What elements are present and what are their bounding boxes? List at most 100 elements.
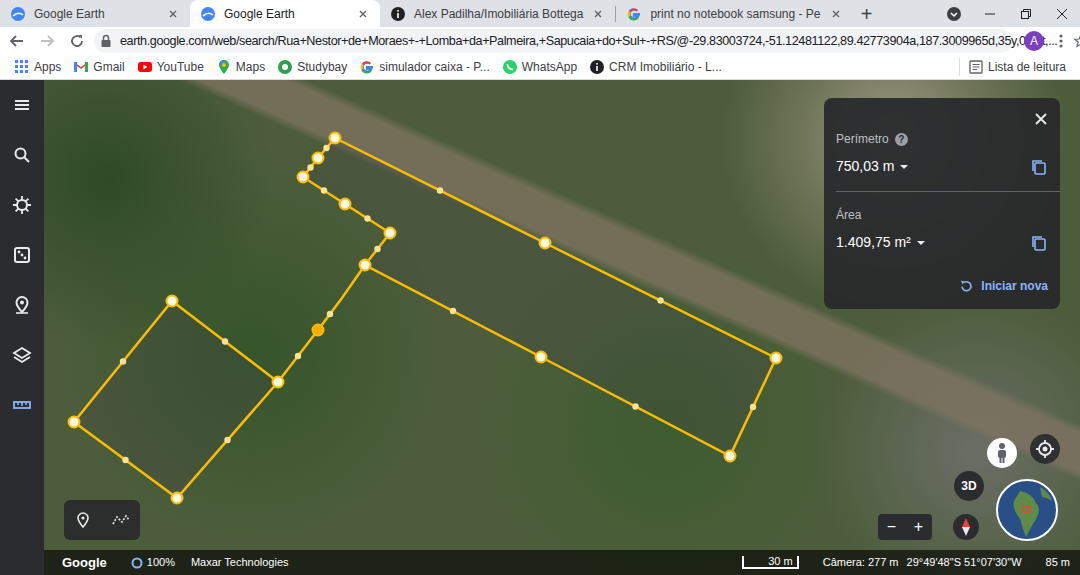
sidebar-item[interactable]: [0, 180, 44, 230]
reading-list-button[interactable]: Lista de leitura: [959, 58, 1072, 76]
minimize-button[interactable]: [972, 0, 1008, 27]
compass-button[interactable]: [953, 514, 979, 540]
perimeter-label: Perímetro: [836, 130, 889, 148]
help-button[interactable]: ?: [895, 133, 908, 146]
new-tab-button[interactable]: +: [853, 0, 881, 27]
earth-view: Perímetro?750,03 mÁrea1.409,75 m²Iniciar…: [0, 80, 1080, 575]
forward-arrow-icon: [39, 33, 55, 49]
close-tab-icon[interactable]: [829, 7, 843, 21]
favicon-icon: [626, 6, 642, 22]
zoom-out-button[interactable]: −: [878, 515, 905, 539]
bookmark-label: Studybay: [297, 58, 347, 76]
sidebar-item[interactable]: [0, 80, 44, 130]
reload-button[interactable]: [64, 28, 90, 54]
restart-icon: [959, 279, 973, 293]
close-tab-icon[interactable]: [591, 7, 605, 21]
unit-caret-icon[interactable]: [917, 241, 925, 245]
browser-tab[interactable]: Alex Padilha/Imobiliária Bottega: [380, 0, 615, 27]
bookmark-item[interactable]: Apps: [8, 58, 67, 76]
draw-path-icon[interactable]: [111, 513, 131, 527]
sidebar-item[interactable]: [0, 380, 44, 430]
close-tab-icon[interactable]: [356, 7, 370, 21]
satellite-image[interactable]: Perímetro?750,03 mÁrea1.409,75 m²Iniciar…: [44, 80, 1080, 575]
menu-dots-icon: [1059, 33, 1063, 49]
tab-search-button[interactable]: [936, 0, 972, 27]
bookmark-item[interactable]: YouTube: [131, 58, 210, 76]
globe-button[interactable]: [996, 479, 1058, 541]
bookmark-item[interactable]: Gmail: [67, 58, 130, 76]
browser-tab[interactable]: Google Earth: [0, 0, 190, 27]
compass-icon: [960, 517, 972, 537]
ruler-icon: [12, 395, 32, 415]
browser-tab[interactable]: Google Earth: [190, 0, 380, 27]
copy-icon[interactable]: [1030, 158, 1048, 176]
tab-search-icon: [946, 6, 962, 22]
bookmark-item[interactable]: simulador caixa - P...: [353, 58, 496, 76]
bookmark-label: WhatsApp: [522, 58, 577, 76]
area-value[interactable]: 1.409,75 m²: [836, 232, 911, 253]
google-icon: [359, 59, 375, 75]
back-button[interactable]: [4, 28, 30, 54]
restore-button[interactable]: [1008, 0, 1044, 27]
sidebar-item[interactable]: [0, 280, 44, 330]
my-location-button[interactable]: [1030, 434, 1060, 464]
bookmark-item[interactable]: WhatsApp: [496, 58, 583, 76]
forward-button[interactable]: [34, 28, 60, 54]
3d-toggle-button[interactable]: 3D: [954, 471, 984, 501]
bookmark-label: CRM Imobiliário - L...: [609, 58, 722, 76]
copy-icon[interactable]: [1030, 234, 1048, 252]
hamburger-icon: [12, 95, 32, 115]
voyager-wheel-icon: [12, 195, 32, 215]
bookmark-item[interactable]: CRM Imobiliário - L...: [583, 58, 728, 76]
reload-icon: [69, 33, 85, 49]
reading-list-icon: [968, 59, 984, 75]
pegman-icon: [995, 442, 1009, 464]
lock-icon: [100, 34, 112, 48]
sidebar-item[interactable]: [0, 330, 44, 380]
zoom-controls: −+: [878, 514, 932, 540]
favicon-icon: [390, 6, 406, 22]
restart-button[interactable]: Iniciar nova: [836, 277, 1048, 295]
place-pin-icon: [12, 295, 32, 315]
crm-icon: [589, 59, 605, 75]
profile-avatar[interactable]: A: [1024, 31, 1044, 51]
bookmark-label: simulador caixa - P...: [379, 58, 490, 76]
panel-divider: [836, 191, 1060, 192]
unit-caret-icon[interactable]: [900, 165, 908, 169]
menu-button[interactable]: [1048, 28, 1074, 54]
coordinates: 29°49'48"S 51°07'30"W: [907, 554, 1022, 571]
url-text[interactable]: earth.google.com/web/search/Rua+Nestor+d…: [120, 32, 1057, 51]
bookmark-label: YouTube: [157, 58, 204, 76]
street-view-button[interactable]: [987, 438, 1017, 468]
browser-tab[interactable]: print no notebook samsung - Pe: [616, 0, 852, 27]
bookmark-star-icon[interactable]: [1073, 33, 1080, 49]
add-placemark-icon[interactable]: [74, 511, 92, 529]
youtube-icon: [137, 59, 153, 75]
search-icon: [12, 145, 32, 165]
sidebar-item[interactable]: [0, 130, 44, 180]
camera-altitude: Câmera: 277 m: [823, 554, 899, 571]
zoom-in-button[interactable]: +: [905, 515, 932, 539]
bookmark-item[interactable]: Studybay: [271, 58, 353, 76]
load-progress: 100%: [147, 554, 175, 571]
bookmark-label: Maps: [236, 58, 265, 76]
close-window-icon: [1056, 8, 1068, 20]
bookmark-item[interactable]: Maps: [210, 58, 271, 76]
google-logo: Google: [62, 553, 107, 573]
perimeter-row: 750,03 m: [836, 156, 1048, 177]
back-arrow-icon: [9, 33, 25, 49]
close-window-button[interactable]: [1044, 0, 1080, 27]
maps-pin-icon: [216, 59, 232, 75]
favicon-icon: [10, 6, 26, 22]
bookmark-label: Gmail: [93, 58, 124, 76]
close-tab-icon[interactable]: [166, 7, 180, 21]
3d-label: 3D: [961, 477, 976, 495]
dice-icon: [12, 245, 32, 265]
tab-label: Google Earth: [224, 5, 348, 23]
restore-icon: [1020, 8, 1032, 20]
close-icon[interactable]: [1034, 112, 1048, 126]
address-bar[interactable]: earth.google.com/web/search/Rua+Nestor+d…: [94, 29, 1012, 53]
status-bar: Google100%Maxar Technologies30 mCâmera: …: [44, 550, 1080, 575]
sidebar-item[interactable]: [0, 230, 44, 280]
perimeter-value[interactable]: 750,03 m: [836, 156, 894, 177]
